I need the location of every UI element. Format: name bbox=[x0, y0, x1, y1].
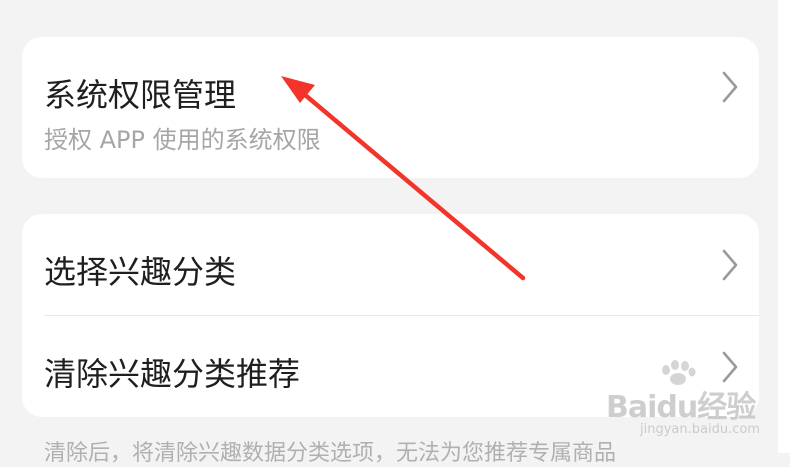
watermark-brand: Baidu经验 bbox=[606, 390, 756, 425]
chevron-right-icon bbox=[722, 249, 738, 281]
select-interest-category-row[interactable]: 选择兴趣分类 bbox=[22, 214, 759, 315]
clear-interest-footnote: 清除后，将清除兴趣数据分类选项，无法为您推荐专属商品 bbox=[44, 441, 617, 466]
chevron-right-icon bbox=[722, 71, 738, 103]
system-permissions-row[interactable]: 系统权限管理 授权 APP 使用的系统权限 bbox=[22, 37, 759, 178]
system-permissions-title: 系统权限管理 bbox=[44, 76, 237, 114]
clear-interest-recommendation-label: 清除兴趣分类推荐 bbox=[44, 355, 301, 393]
select-interest-category-label: 选择兴趣分类 bbox=[44, 253, 237, 291]
baidu-jingyan-watermark: Baidu经验 jingyan.baidu.com bbox=[600, 360, 785, 450]
system-permissions-card: 系统权限管理 授权 APP 使用的系统权限 bbox=[22, 37, 759, 178]
watermark-url: jingyan.baidu.com bbox=[640, 422, 760, 437]
system-permissions-subtitle: 授权 APP 使用的系统权限 bbox=[44, 126, 321, 154]
